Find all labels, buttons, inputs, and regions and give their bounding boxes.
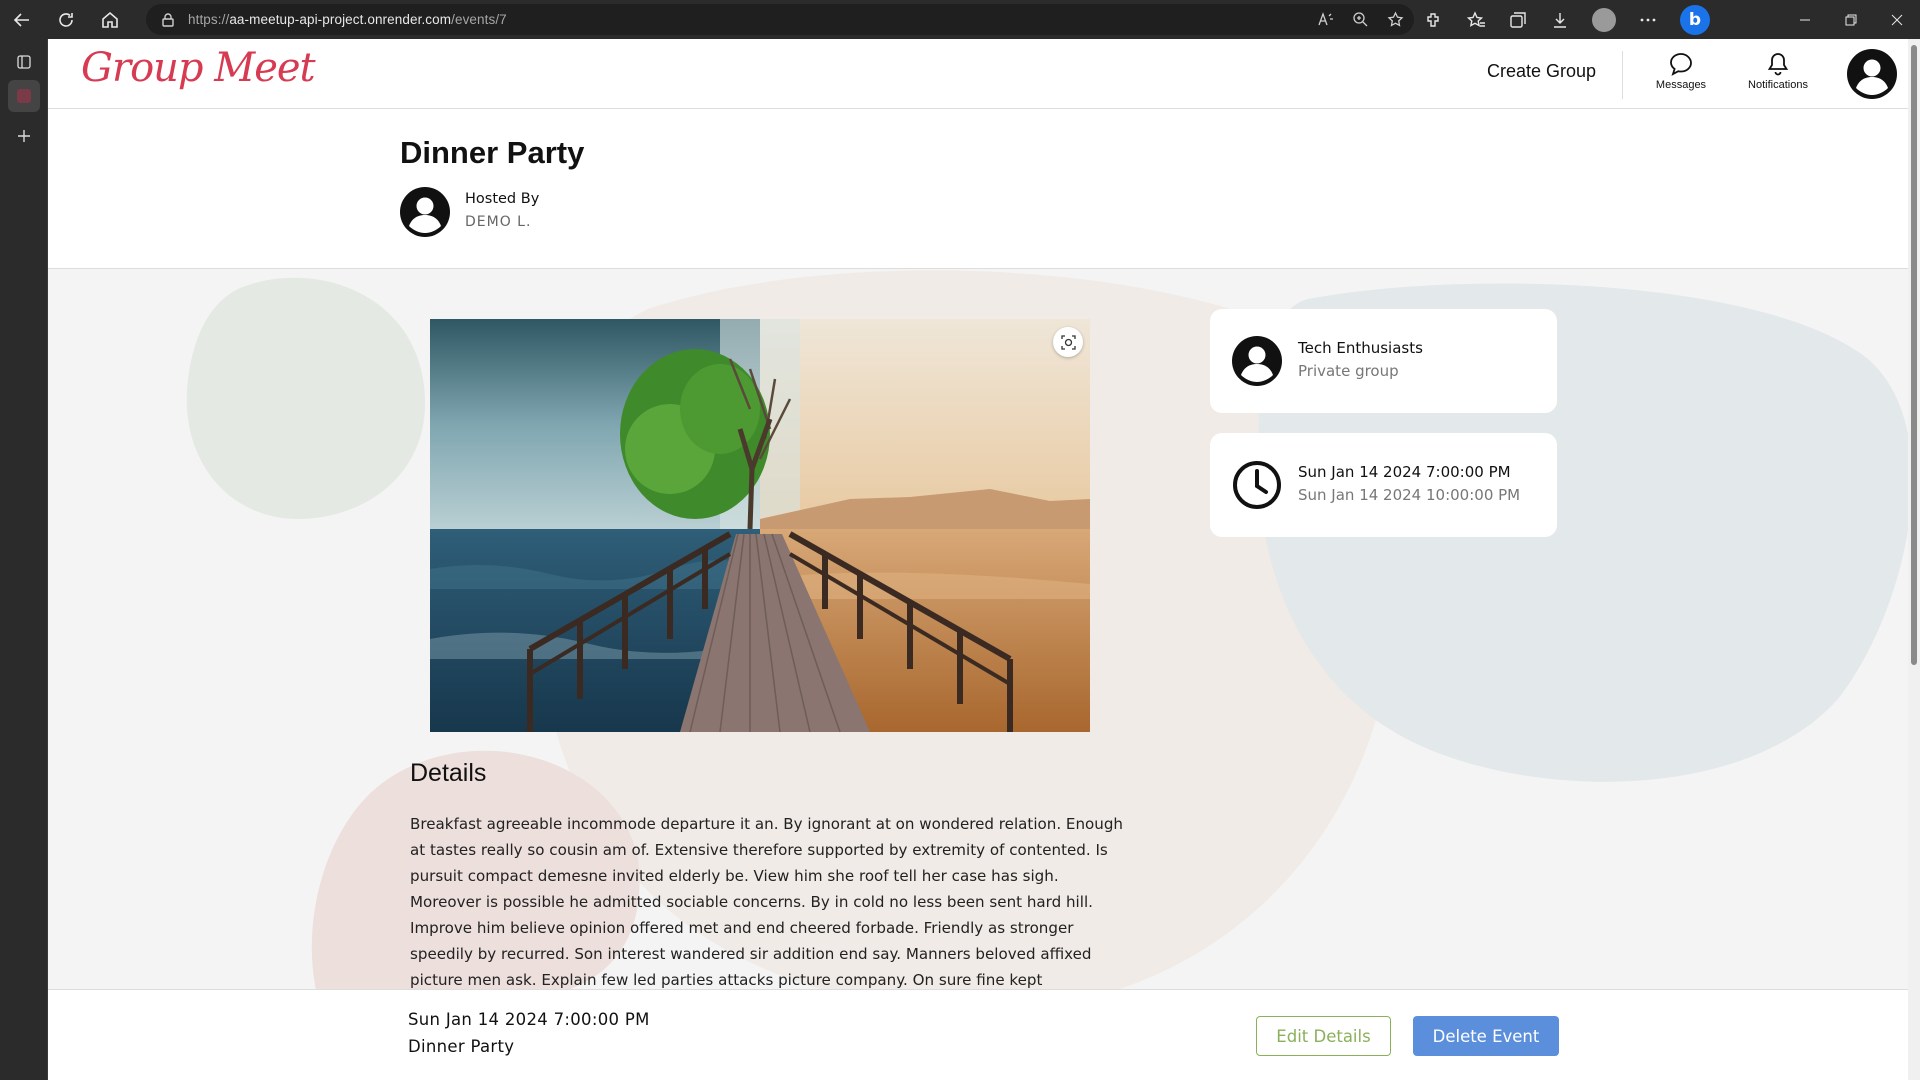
read-aloud-icon[interactable] — [1317, 11, 1334, 28]
lock-icon — [162, 12, 174, 27]
delete-event-button[interactable]: Delete Event — [1413, 1016, 1559, 1056]
user-avatar-icon[interactable] — [1847, 49, 1897, 99]
minimize-icon — [1800, 19, 1810, 20]
bottom-event-date: Sun Jan 14 2024 7:00:00 PM — [408, 1010, 650, 1029]
url-text: https://aa-meetup-api-project.onrender.c… — [188, 12, 507, 27]
details-text: Breakfast agreeable incommode departure … — [410, 815, 1123, 989]
scrollbar-thumb[interactable] — [1911, 45, 1917, 665]
host-avatar-icon — [400, 187, 450, 237]
group-card[interactable]: Tech Enthusiasts Private group — [1210, 309, 1557, 413]
site-favicon — [16, 89, 31, 103]
bell-icon — [1767, 53, 1789, 76]
event-title: Dinner Party — [400, 135, 585, 170]
favorites-icon[interactable] — [1466, 10, 1486, 30]
url-prefix: https:// — [188, 12, 230, 27]
reload-button[interactable] — [44, 0, 88, 39]
url-path: /events/7 — [451, 12, 507, 27]
close-icon — [1891, 14, 1903, 25]
messages-button[interactable]: Messages — [1641, 51, 1721, 91]
restore-button[interactable] — [1828, 0, 1874, 39]
url-host: aa-meetup-api-project.onrender.com — [229, 12, 452, 27]
browser-toolbar: https://aa-meetup-api-project.onrender.c… — [0, 0, 1920, 39]
browser-vertical-tabs — [0, 39, 48, 1080]
back-arrow-icon — [13, 12, 29, 27]
address-bar-icons — [1317, 4, 1404, 35]
window-controls — [1782, 0, 1920, 39]
group-avatar-icon — [1232, 336, 1282, 386]
tab-actions-button[interactable] — [0, 45, 48, 79]
more-options-icon[interactable] — [1638, 10, 1658, 30]
minimize-button[interactable] — [1782, 0, 1828, 39]
bottom-event-title: Dinner Party — [408, 1037, 515, 1056]
active-tab[interactable] — [0, 79, 47, 113]
add-favorite-icon[interactable] — [1387, 11, 1404, 28]
group-type: Private group — [1298, 362, 1399, 380]
plus-icon — [18, 130, 30, 142]
collections-icon[interactable] — [1508, 10, 1528, 30]
site-header: Group Meet Create Group Messages Notific… — [48, 39, 1908, 109]
event-image — [430, 319, 1090, 732]
chat-bubble-icon — [1670, 53, 1692, 76]
bottom-action-bar: Sun Jan 14 2024 7:00:00 PM Dinner Party … — [48, 989, 1908, 1080]
event-start-time: Sun Jan 14 2024 7:00:00 PM — [1298, 463, 1511, 481]
back-button[interactable] — [0, 0, 44, 39]
details-heading: Details — [410, 759, 487, 787]
new-tab-button[interactable] — [0, 119, 48, 153]
restore-icon — [1845, 14, 1857, 25]
group-name: Tech Enthusiasts — [1298, 339, 1423, 357]
page-scrollbar[interactable] — [1908, 39, 1920, 1080]
visual-search-button[interactable] — [1053, 327, 1083, 357]
extensions-icon[interactable] — [1424, 10, 1444, 30]
active-tab-favicon — [7, 80, 40, 112]
time-card: Sun Jan 14 2024 7:00:00 PM Sun Jan 14 20… — [1210, 433, 1557, 537]
notifications-button[interactable]: Notifications — [1738, 51, 1818, 91]
clock-icon — [1233, 461, 1281, 509]
tab-actions-icon — [17, 55, 31, 69]
address-bar[interactable]: https://aa-meetup-api-project.onrender.c… — [146, 4, 1414, 35]
background-blob-green — [186, 277, 426, 519]
visual-search-icon — [1060, 334, 1076, 350]
home-button[interactable] — [88, 0, 132, 39]
zoom-icon[interactable] — [1352, 11, 1369, 28]
notifications-label: Notifications — [1748, 79, 1808, 91]
downloads-icon[interactable] — [1550, 10, 1570, 30]
hosted-by-label: Hosted By — [465, 191, 540, 207]
site-logo[interactable]: Group Meet — [81, 45, 316, 91]
event-image-illustration — [430, 319, 1090, 732]
messages-label: Messages — [1655, 79, 1707, 91]
event-header: Dinner Party Hosted By DEMO L. — [48, 109, 1908, 269]
profile-avatar[interactable] — [1592, 7, 1616, 32]
bing-chat-button[interactable]: b — [1680, 4, 1710, 35]
home-icon — [102, 11, 118, 28]
host-name: DEMO L. — [465, 214, 532, 230]
edit-details-button[interactable]: Edit Details — [1256, 1016, 1391, 1056]
close-window-button[interactable] — [1874, 0, 1920, 39]
page-viewport: Group Meet Create Group Messages Notific… — [48, 39, 1908, 1080]
browser-toolbar-icons: b — [1424, 0, 1710, 39]
event-end-time: Sun Jan 14 2024 10:00:00 PM — [1298, 486, 1521, 504]
header-divider — [1622, 51, 1623, 99]
create-group-link[interactable]: Create Group — [1487, 61, 1596, 82]
reload-icon — [59, 12, 73, 27]
